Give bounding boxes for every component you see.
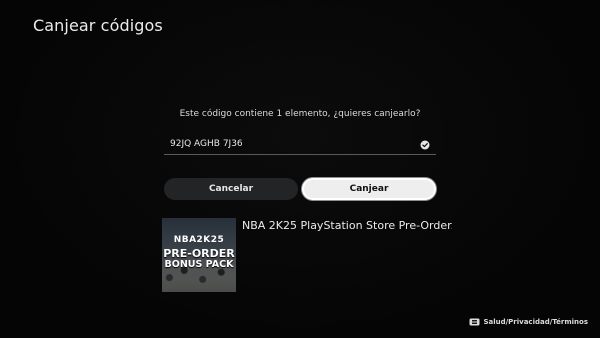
- check-circle-icon: [420, 140, 430, 150]
- page-title: Canjear códigos: [33, 16, 163, 35]
- cancel-button-label: Cancelar: [208, 184, 254, 194]
- product-thumbnail: NBA2K25 PRE-ORDER BONUS PACK: [162, 218, 236, 292]
- code-input-field[interactable]: 92JQ AGHB 7J36: [164, 136, 436, 155]
- code-value: 92JQ AGHB 7J36: [170, 139, 243, 149]
- footer-health-privacy-terms[interactable]: Salud/Privacidad/Términos: [469, 318, 588, 326]
- footer-label: Salud/Privacidad/Términos: [483, 318, 588, 326]
- redeem-button[interactable]: Canjear: [302, 178, 436, 200]
- redeem-codes-screen: Canjear códigos Este código contiene 1 e…: [0, 0, 600, 338]
- options-button-icon: [469, 318, 480, 326]
- cancel-button[interactable]: Cancelar: [164, 178, 298, 200]
- product-name: NBA 2K25 PlayStation Store Pre-Order...: [242, 219, 452, 232]
- thumbnail-logo: NBA2K25: [173, 235, 225, 245]
- thumbnail-text-line-2: BONUS PACK: [164, 259, 234, 270]
- redeem-button-label: Canjear: [349, 184, 389, 194]
- redeem-prompt: Este código contiene 1 elemento, ¿quiere…: [179, 109, 421, 119]
